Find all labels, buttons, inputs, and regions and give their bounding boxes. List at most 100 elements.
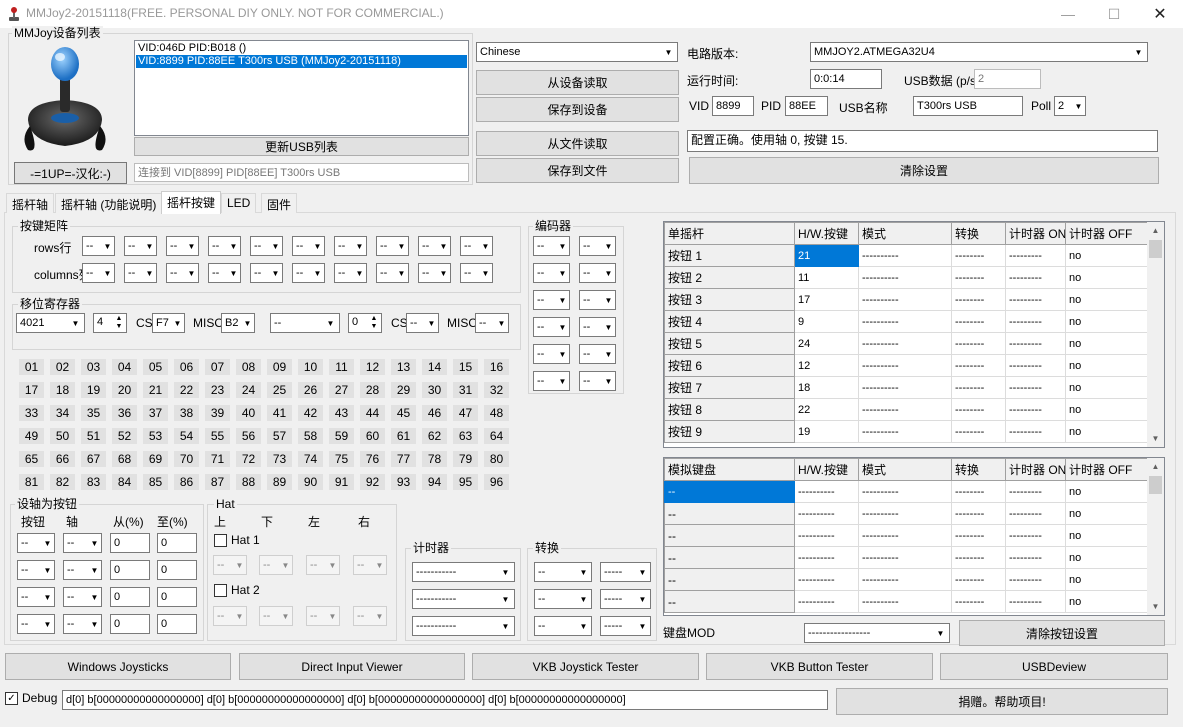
table-cell-conv[interactable]: -------- <box>951 288 1006 311</box>
table-cell-name[interactable]: -- <box>664 590 795 613</box>
matrix-col-select[interactable]: -- ▼ <box>460 263 493 283</box>
encoder-select[interactable]: -- ▼ <box>579 263 616 283</box>
button-number-59[interactable]: 59 <box>329 428 354 444</box>
matrix-col-select[interactable]: -- ▼ <box>124 263 157 283</box>
cs-select[interactable]: F7 ▼ <box>152 313 185 333</box>
axis-btn-from-field[interactable]: 0 <box>110 533 150 553</box>
table-cell-conv[interactable]: -------- <box>951 354 1006 377</box>
button-number-23[interactable]: 23 <box>205 382 230 398</box>
table-cell-mode[interactable]: ---------- <box>858 266 952 289</box>
matrix-row-select[interactable]: -- ▼ <box>292 236 325 256</box>
button-number-90[interactable]: 90 <box>298 474 323 490</box>
vkb-button-tester-button[interactable]: VKB Button Tester <box>706 653 933 680</box>
button-number-86[interactable]: 86 <box>174 474 199 490</box>
button-number-89[interactable]: 89 <box>267 474 292 490</box>
debug-checkbox[interactable]: ✓ <box>5 692 18 705</box>
button-number-68[interactable]: 68 <box>112 451 137 467</box>
table-cell-ton[interactable]: --------- <box>1005 420 1066 443</box>
button-number-75[interactable]: 75 <box>329 451 354 467</box>
button-number-77[interactable]: 77 <box>391 451 416 467</box>
table-cell-toff[interactable]: no <box>1065 480 1150 503</box>
matrix-col-select[interactable]: -- ▼ <box>208 263 241 283</box>
button-number-15[interactable]: 15 <box>453 359 478 375</box>
table-row[interactable]: 按钮 4 9 ---------- -------- --------- no <box>664 310 1150 333</box>
button-number-31[interactable]: 31 <box>453 382 478 398</box>
timer-select-2[interactable]: ----------- ▼ <box>412 589 515 609</box>
button-number-62[interactable]: 62 <box>422 428 447 444</box>
table-cell-conv[interactable]: -------- <box>951 244 1006 267</box>
button-number-36[interactable]: 36 <box>112 405 137 421</box>
table-cell-mode[interactable]: ---------- <box>858 332 952 355</box>
axis-btn-axis-select[interactable]: -- ▼ <box>63 533 102 553</box>
axis-btn-axis-select[interactable]: -- ▼ <box>63 560 102 580</box>
board-select[interactable]: MMJOY2.ATMEGA32U4 ▼ <box>810 42 1148 62</box>
button-number-52[interactable]: 52 <box>112 428 137 444</box>
table-cell-mode[interactable]: ---------- <box>858 480 952 503</box>
read-device-button[interactable]: 从设备读取 <box>476 70 679 95</box>
table-cell-conv[interactable]: -------- <box>951 590 1006 613</box>
table-row[interactable]: 按钮 6 12 ---------- -------- --------- no <box>664 354 1150 377</box>
button-number-40[interactable]: 40 <box>236 405 261 421</box>
button-number-44[interactable]: 44 <box>360 405 385 421</box>
table-cell-name[interactable]: 按钮 5 <box>664 332 795 355</box>
button-number-88[interactable]: 88 <box>236 474 261 490</box>
table-cell-name[interactable]: -- <box>664 568 795 591</box>
button-number-39[interactable]: 39 <box>205 405 230 421</box>
table-cell-ton[interactable]: --------- <box>1005 310 1066 333</box>
encoder-select[interactable]: -- ▼ <box>579 344 616 364</box>
hat-direction-select[interactable]: -- ▼ <box>259 555 293 575</box>
button-number-22[interactable]: 22 <box>174 382 199 398</box>
table-cell-ton[interactable]: --------- <box>1005 546 1066 569</box>
button-number-74[interactable]: 74 <box>298 451 323 467</box>
table-row[interactable]: 按钮 3 17 ---------- -------- --------- no <box>664 288 1150 311</box>
hat-direction-select[interactable]: -- ▼ <box>306 606 340 626</box>
table-cell-conv[interactable]: -------- <box>951 420 1006 443</box>
button-number-95[interactable]: 95 <box>453 474 478 490</box>
table-cell-hw[interactable]: 18 <box>794 376 859 399</box>
keyboard-table[interactable]: 模拟键盘 H/W.按键 模式 转换 计时器 ON 计时器 OFF -- ----------… <box>663 457 1165 616</box>
button-number-67[interactable]: 67 <box>81 451 106 467</box>
tab-led[interactable]: LED <box>221 193 257 213</box>
table-cell-toff[interactable]: no <box>1065 420 1150 443</box>
table-cell-hw[interactable]: ---------- <box>794 480 859 503</box>
table-cell-name[interactable]: 按钮 6 <box>664 354 795 377</box>
table-cell-mode[interactable]: ---------- <box>858 502 952 525</box>
button-number-25[interactable]: 25 <box>267 382 292 398</box>
convert-select-right[interactable]: ----- ▼ <box>600 589 651 609</box>
shift-count2-spinner[interactable]: 0 ▲ ▼ <box>348 313 382 333</box>
button-number-48[interactable]: 48 <box>484 405 509 421</box>
table-cell-mode[interactable]: ---------- <box>858 354 952 377</box>
device-list-item-selected[interactable]: VID:8899 PID:88EE T300rs USB (MMJoy2-201… <box>136 55 467 68</box>
button-number-71[interactable]: 71 <box>205 451 230 467</box>
button-number-54[interactable]: 54 <box>174 428 199 444</box>
timer-select-3[interactable]: ----------- ▼ <box>412 616 515 636</box>
axis-btn-from-field[interactable]: 0 <box>110 587 150 607</box>
button-number-02[interactable]: 02 <box>50 359 75 375</box>
encoder-select[interactable]: -- ▼ <box>533 317 570 337</box>
vid-field[interactable]: 8899 <box>712 96 754 116</box>
encoder-select[interactable]: -- ▼ <box>533 344 570 364</box>
button-number-84[interactable]: 84 <box>112 474 137 490</box>
button-number-63[interactable]: 63 <box>453 428 478 444</box>
encoder-select[interactable]: -- ▼ <box>533 290 570 310</box>
table-cell-hw[interactable]: 12 <box>794 354 859 377</box>
table-cell-hw[interactable]: 11 <box>794 266 859 289</box>
button-number-43[interactable]: 43 <box>329 405 354 421</box>
table-row[interactable]: -- ---------- ---------- -------- --------- n… <box>664 480 1150 503</box>
button-number-53[interactable]: 53 <box>143 428 168 444</box>
minimize-icon[interactable]: — <box>1045 0 1091 28</box>
button-number-79[interactable]: 79 <box>453 451 478 467</box>
button-number-21[interactable]: 21 <box>143 382 168 398</box>
table-cell-conv[interactable]: -------- <box>951 266 1006 289</box>
button-number-05[interactable]: 05 <box>143 359 168 375</box>
table-cell-name[interactable]: 按钮 3 <box>664 288 795 311</box>
button-number-29[interactable]: 29 <box>391 382 416 398</box>
table-cell-hw[interactable]: 24 <box>794 332 859 355</box>
button-number-46[interactable]: 46 <box>422 405 447 421</box>
axis-btn-to-field[interactable]: 0 <box>157 587 197 607</box>
table-cell-ton[interactable]: --------- <box>1005 398 1066 421</box>
convert-select-left[interactable]: -- ▼ <box>534 562 592 582</box>
clear-settings-button[interactable]: 清除设置 <box>689 157 1159 184</box>
button-number-03[interactable]: 03 <box>81 359 106 375</box>
button-number-85[interactable]: 85 <box>143 474 168 490</box>
